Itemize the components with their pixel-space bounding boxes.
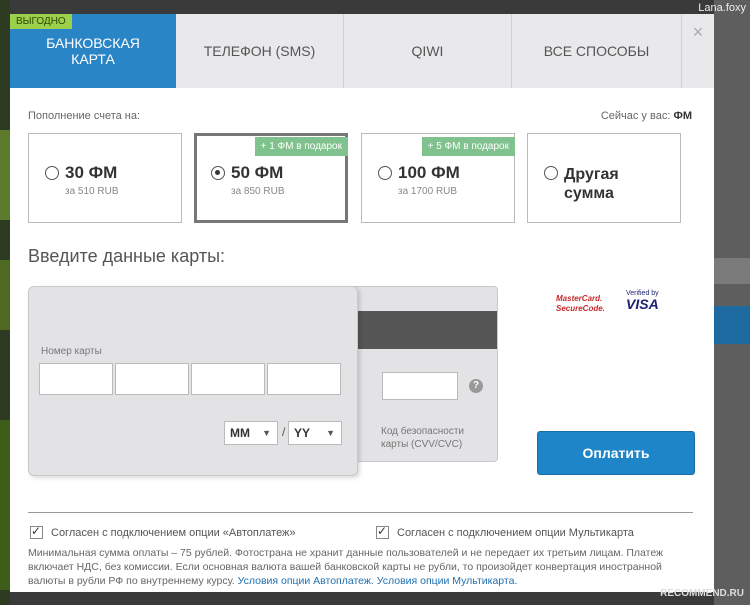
close-icon[interactable]: ×: [682, 14, 714, 88]
background-page-right: [714, 0, 750, 605]
background-page-left: [0, 0, 10, 605]
autopay-label: Согласен с подключением опции «Автоплате…: [51, 526, 296, 539]
option-price: за 1700 RUB: [398, 186, 458, 197]
amount-option-100[interactable]: + 5 ФМ в подарок 100 ФМ за 1700 RUB: [361, 133, 515, 223]
multicard-label: Согласен с подключением опции Мультикарт…: [397, 526, 634, 539]
background-strip: [0, 260, 10, 330]
profitable-badge: ВЫГОДНО: [10, 14, 72, 29]
security-logos: MasterCard. SecureCode. Verified by VISA: [556, 290, 706, 326]
radio-button-selected[interactable]: [211, 166, 225, 180]
cvv-input[interactable]: [382, 372, 458, 400]
card-data-heading: Введите данные карты:: [28, 246, 226, 266]
checkbox-checked[interactable]: [376, 524, 389, 539]
expiry-separator: /: [282, 425, 286, 439]
help-icon[interactable]: ?: [469, 379, 483, 393]
tab-bank-card-label-line1: БАНКОВСКАЯ: [46, 35, 140, 51]
option-amount: 30 ФМ: [65, 163, 118, 182]
card-front: Номер карты MM ▼ / YY ▼: [28, 286, 358, 476]
payment-method-tabs: ВЫГОДНО БАНКОВСКАЯ КАРТА ТЕЛЕФОН (SMS) Q…: [10, 14, 714, 88]
checkbox-checked[interactable]: [30, 524, 43, 539]
verified-by-visa-logo: Verified by VISA: [626, 290, 659, 312]
current-balance: Сейчас у вас: ФМ: [601, 110, 692, 122]
option-price: за 510 RUB: [65, 186, 119, 197]
background-button: [714, 306, 750, 344]
autopay-terms-link[interactable]: Условия опции Автоплатеж.: [238, 575, 374, 587]
amount-option-30[interactable]: 30 ФМ за 510 RUB: [28, 133, 182, 223]
amount-option-50[interactable]: + 1 ФМ в подарок 50 ФМ за 850 RUB: [194, 133, 348, 223]
tab-qiwi[interactable]: QIWI: [344, 14, 512, 88]
cvv-label: Код безопасности карты (CVV/CVC): [381, 426, 464, 450]
footer-disclaimer: Минимальная сумма оплаты – 75 рублей. Фо…: [28, 546, 698, 588]
top-up-label: Пополнение счета на:: [28, 110, 141, 122]
gift-badge: + 1 ФМ в подарок: [254, 137, 348, 156]
magnetic-stripe: [346, 311, 497, 349]
option-price: за 850 RUB: [231, 186, 285, 197]
tab-bank-card-label-line2: КАРТА: [71, 51, 115, 67]
user-name[interactable]: Lana.foxy: [698, 2, 746, 14]
option-custom-amount: Другая сумма: [564, 165, 619, 203]
radio-button[interactable]: [378, 166, 392, 180]
card-number-field-4[interactable]: [267, 363, 341, 395]
card-number-field-1[interactable]: [39, 363, 113, 395]
tab-bank-card[interactable]: ВЫГОДНО БАНКОВСКАЯ КАРТА: [10, 14, 176, 88]
option-custom-line2: сумма: [564, 185, 614, 202]
mastercard-securecode-logo: MasterCard. SecureCode.: [556, 294, 605, 314]
multicard-checkbox[interactable]: Согласен с подключением опции Мультикарт…: [376, 524, 634, 539]
option-custom-line1: Другая: [564, 166, 619, 183]
card-back: ? Код безопасности карты (CVV/CVC): [345, 286, 498, 462]
chevron-down-icon: ▼: [326, 428, 335, 438]
card-number-field-3[interactable]: [191, 363, 265, 395]
mastercard-logo-line2: SecureCode.: [556, 304, 605, 313]
background-strip: [0, 130, 10, 220]
multicard-terms-link[interactable]: Условия опции Мультикарта.: [377, 575, 518, 587]
watermark: RECOMMEND.RU: [660, 588, 744, 599]
mastercard-logo-line1: MasterCard.: [556, 294, 603, 303]
expiry-month-value: MM: [230, 426, 250, 440]
expiry-month-select[interactable]: MM ▼: [224, 421, 278, 445]
tab-phone-sms[interactable]: ТЕЛЕФОН (SMS): [176, 14, 344, 88]
card-number-label: Номер карты: [41, 346, 102, 357]
amount-option-custom[interactable]: Другая сумма: [527, 133, 681, 223]
background-strip: [0, 420, 10, 590]
background-input: [714, 258, 750, 284]
payment-modal: ВЫГОДНО БАНКОВСКАЯ КАРТА ТЕЛЕФОН (SMS) Q…: [10, 14, 714, 592]
option-amount: 50 ФМ: [231, 163, 284, 182]
divider: [28, 512, 693, 513]
radio-button[interactable]: [544, 166, 558, 180]
option-amount: 100 ФМ: [398, 163, 460, 182]
visa-text: VISA: [626, 296, 659, 312]
chevron-down-icon: ▼: [262, 428, 271, 438]
card-number-field-2[interactable]: [115, 363, 189, 395]
pay-button[interactable]: Оплатить: [537, 431, 695, 475]
gift-badge: + 5 ФМ в подарок: [421, 137, 515, 156]
balance-label: Сейчас у вас:: [600, 110, 671, 122]
amount-options: 30 ФМ за 510 RUB + 1 ФМ в подарок 50 ФМ …: [28, 133, 681, 223]
balance-value: ФМ: [673, 110, 692, 122]
expiry-year-value: YY: [294, 426, 311, 440]
radio-button[interactable]: [45, 166, 59, 180]
tab-all-methods[interactable]: ВСЕ СПОСОБЫ: [512, 14, 682, 88]
expiry-year-select[interactable]: YY ▼: [288, 421, 342, 445]
autopay-checkbox[interactable]: Согласен с подключением опции «Автоплате…: [30, 524, 296, 539]
